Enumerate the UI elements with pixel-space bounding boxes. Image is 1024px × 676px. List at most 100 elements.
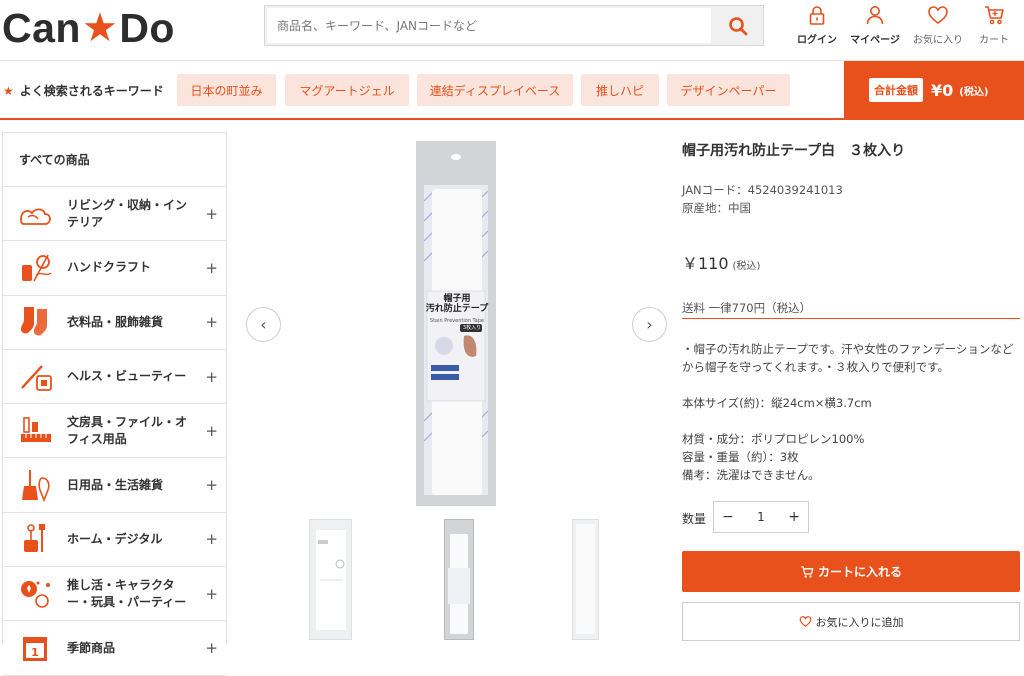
cart-icon bbox=[985, 6, 1004, 25]
svg-text:1: 1 bbox=[31, 646, 39, 659]
description-spacer bbox=[682, 412, 1022, 430]
sidebar-item-home-digital[interactable]: ホーム・デジタル + bbox=[3, 513, 226, 568]
star-icon: ★ bbox=[3, 83, 14, 98]
site-logo[interactable]: Can ★ Do bbox=[2, 4, 175, 51]
keyword-chip[interactable]: マグアートジェル bbox=[285, 74, 409, 106]
shipping-fee: 送料 一律770円（税込） bbox=[682, 301, 812, 315]
logo-text-do: Do bbox=[119, 4, 175, 51]
prev-image-button[interactable]: ‹ bbox=[246, 307, 281, 342]
product-thumbnail[interactable] bbox=[572, 519, 599, 640]
sidebar-item-label: すべての商品 bbox=[19, 153, 90, 167]
search-input[interactable] bbox=[277, 18, 711, 33]
plus-icon[interactable]: + bbox=[205, 530, 218, 548]
sidebar-item-label: ホーム・デジタル bbox=[67, 531, 163, 546]
plus-icon[interactable]: + bbox=[205, 476, 218, 494]
favorites-label: お気に入り bbox=[913, 35, 963, 46]
heart-icon bbox=[928, 6, 948, 24]
keyword-title-text: よく検索されるキーワード bbox=[19, 84, 164, 98]
sidebar-item-beauty[interactable]: ヘルス・ビューティー + bbox=[3, 350, 226, 405]
lock-icon bbox=[809, 6, 825, 25]
keyword-bar: ★ よく検索されるキーワード 日本の町並み マグアートジェル 連結ディスプレイベ… bbox=[0, 60, 1024, 120]
thumbnail-graphic bbox=[445, 520, 473, 639]
cart-total-amount: ¥0 bbox=[931, 80, 954, 100]
plus-button[interactable]: + bbox=[788, 509, 800, 525]
plus-icon[interactable]: + bbox=[205, 639, 218, 657]
description-line: 容量・重量（約）：3枚 bbox=[682, 450, 799, 464]
chevron-right-icon: › bbox=[646, 315, 653, 334]
cart-total[interactable]: 合計金額 ¥0 (税込) bbox=[844, 61, 1024, 119]
search-button[interactable] bbox=[713, 6, 763, 45]
description-line: 備考：洗濯はできません。 bbox=[682, 468, 820, 482]
description-line: 本体サイズ(約)：縦24cm×横3.7cm bbox=[682, 396, 872, 410]
sidebar-item-living[interactable]: リビング・収納・インテリア + bbox=[3, 187, 226, 242]
sidebar-item-label: 推し活・キャラクター・玩具・パーティー bbox=[67, 577, 187, 609]
cart-label: カート bbox=[979, 35, 1009, 46]
sidebar-item-label: ハンドクラフト bbox=[67, 260, 152, 275]
cart-link[interactable]: カート bbox=[970, 4, 1018, 46]
stationery-icon bbox=[17, 413, 55, 449]
category-sidebar: すべての商品 リビング・収納・インテリア + ハンドクラフト + 衣料品・服飾雑… bbox=[2, 132, 227, 676]
keyword-chip[interactable]: 推しハピ bbox=[581, 74, 659, 106]
sidebar-item-all[interactable]: すべての商品 bbox=[3, 133, 226, 187]
product-info: 帽子用汚れ防止テープ白 ３枚入り JANコード：4524039241013 原産… bbox=[682, 132, 1022, 316]
favorites-link[interactable]: お気に入り bbox=[906, 4, 970, 46]
craft-icon bbox=[17, 250, 55, 286]
quantity-label: 数量 bbox=[682, 512, 707, 526]
chevron-left-icon: ‹ bbox=[260, 315, 267, 334]
description-line: 材質・成分：ポリプロピレン100% bbox=[682, 432, 865, 446]
cart-icon bbox=[801, 565, 814, 578]
keyword-chip[interactable]: 日本の町並み bbox=[177, 74, 276, 106]
price-tax: (税込) bbox=[732, 261, 761, 272]
product-thumbnail[interactable] bbox=[309, 519, 352, 640]
product-thumbnail-active[interactable] bbox=[444, 519, 474, 640]
person-icon bbox=[866, 6, 884, 25]
sidebar-item-daily[interactable]: 日用品・生活雑貨 + bbox=[3, 458, 226, 513]
sidebar-item-label: 季節商品 bbox=[67, 640, 116, 655]
search-icon bbox=[729, 16, 748, 35]
keyword-chip[interactable]: 連結ディスプレイベース bbox=[417, 74, 573, 106]
keyword-title: ★ よく検索されるキーワード bbox=[3, 82, 164, 99]
package-title: 帽子用 汚れ防止テープ Stain Prevention Tape bbox=[422, 294, 492, 326]
sidebar-item-clothing[interactable]: 衣料品・服飾雑貨 + bbox=[3, 296, 226, 350]
login-label: ログイン bbox=[797, 35, 837, 46]
price-value: ￥110 bbox=[682, 254, 729, 273]
product-title: 帽子用汚れ防止テープ白 ３枚入り bbox=[682, 143, 906, 159]
divider bbox=[682, 318, 1020, 319]
description-spacer bbox=[682, 376, 1022, 394]
plus-icon[interactable]: + bbox=[205, 205, 218, 223]
cart-total-tax: (税込) bbox=[959, 86, 989, 98]
next-image-button[interactable]: › bbox=[632, 307, 667, 342]
package-line1: 帽子用 bbox=[443, 294, 471, 304]
product-price: ￥110 (税込) bbox=[682, 250, 1022, 274]
login-link[interactable]: ログイン bbox=[790, 4, 844, 46]
origin: 原産地：中国 bbox=[682, 201, 751, 215]
header-icon-nav: ログイン マイページ お気に入り カート bbox=[790, 4, 1018, 46]
sidebar-item-label: リビング・収納・インテリア bbox=[67, 197, 188, 229]
add-to-cart-label: カートに入れる bbox=[817, 565, 902, 579]
cart-total-label: 合計金額 bbox=[869, 78, 923, 102]
add-to-favorites-button[interactable]: お気に入りに追加 bbox=[682, 602, 1020, 641]
plus-icon[interactable]: + bbox=[205, 422, 218, 440]
sidebar-item-stationery[interactable]: 文房具・ファイル・オフィス用品 + bbox=[3, 404, 226, 459]
jan-code: JANコード：4524039241013 bbox=[682, 183, 843, 197]
plus-icon[interactable]: + bbox=[205, 313, 218, 331]
sidebar-item-craft[interactable]: ハンドクラフト + bbox=[3, 241, 226, 296]
plus-icon[interactable]: + bbox=[205, 585, 218, 603]
keyword-chip[interactable]: デザインペーパー bbox=[667, 74, 790, 106]
mypage-link[interactable]: マイページ bbox=[844, 4, 906, 46]
heart-icon bbox=[799, 616, 811, 627]
add-to-cart-button[interactable]: カートに入れる bbox=[682, 551, 1020, 592]
plus-icon[interactable]: + bbox=[205, 368, 218, 386]
sidebar-item-seasonal[interactable]: 1 季節商品 + bbox=[3, 621, 226, 676]
sidebar-item-party[interactable]: 推し活・キャラクター・玩具・パーティー + bbox=[3, 567, 226, 622]
calendar-icon: 1 bbox=[17, 630, 55, 666]
beauty-icon bbox=[17, 359, 55, 395]
search-field-wrapper bbox=[267, 8, 711, 43]
quantity-value[interactable]: 1 bbox=[757, 510, 765, 524]
party-icon bbox=[17, 576, 55, 612]
living-icon bbox=[17, 196, 55, 232]
minus-button[interactable]: − bbox=[722, 509, 734, 525]
sidebar-item-label: 日用品・生活雑貨 bbox=[67, 477, 164, 492]
site-header: Can ★ Do ログイン マイページ bbox=[0, 0, 1024, 60]
plus-icon[interactable]: + bbox=[205, 259, 218, 277]
